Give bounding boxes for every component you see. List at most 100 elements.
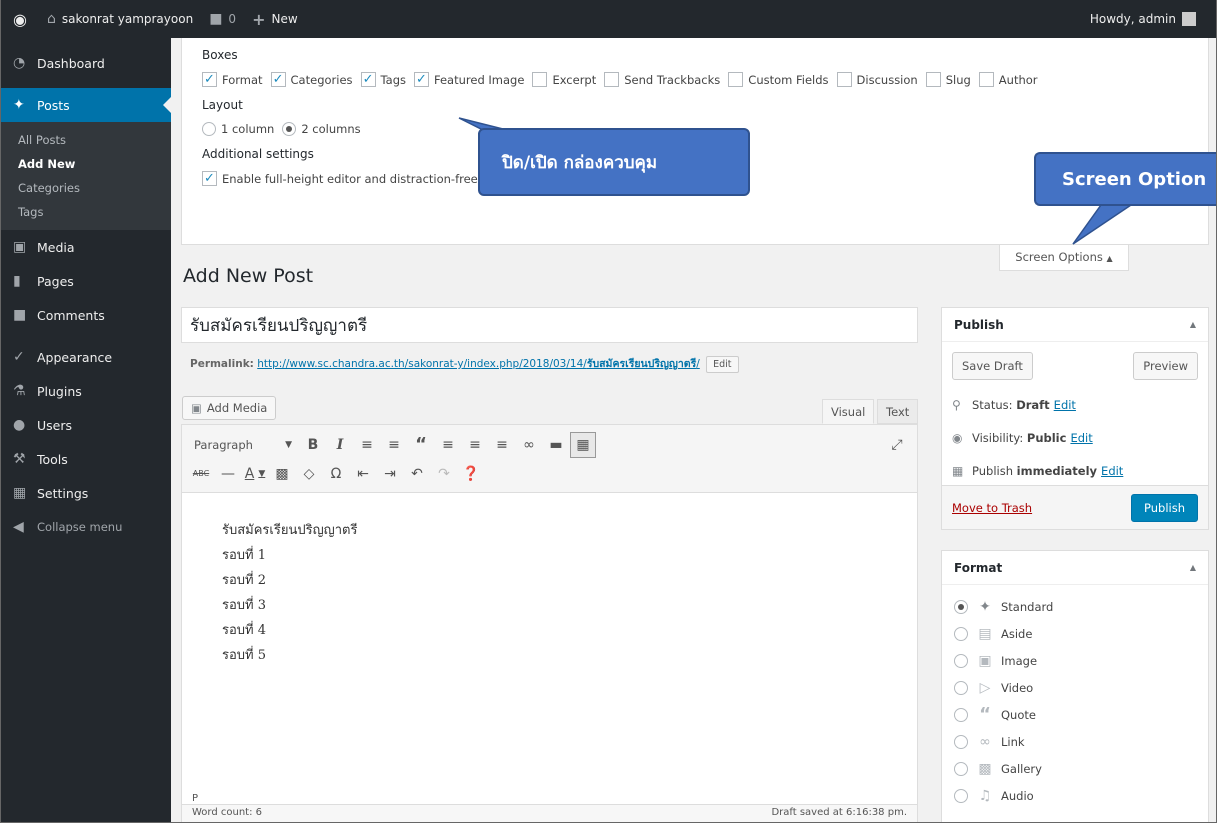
box-toggle-slug[interactable]: Slug <box>925 72 971 87</box>
checkbox[interactable]: ✓ <box>270 72 286 87</box>
publish-button[interactable]: Publish <box>1131 493 1198 522</box>
format-option-video[interactable]: ▷ Video <box>954 674 1196 701</box>
italic-button[interactable]: I <box>327 432 353 458</box>
format-option-link[interactable]: ∞ Link <box>954 728 1196 755</box>
bold-button[interactable]: B <box>300 432 326 458</box>
strikethrough-icon[interactable]: ABC <box>188 461 214 487</box>
sidebar-item-dashboard[interactable]: ◔ Dashboard <box>1 46 171 80</box>
sidebar-item-users[interactable]: ● Users <box>1 408 171 442</box>
box-toggle-featured-image[interactable]: ✓ Featured Image <box>414 72 524 87</box>
box-toggle-author[interactable]: Author <box>978 72 1038 87</box>
box-toggle-excerpt[interactable]: Excerpt <box>532 72 596 87</box>
site-name-link[interactable]: ⌂ sakonrat yamprayoon <box>39 0 201 38</box>
radio[interactable] <box>954 707 968 722</box>
post-title-input[interactable] <box>181 307 918 343</box>
undo-icon[interactable]: ↶ <box>404 461 430 487</box>
outdent-icon[interactable]: ⇤ <box>350 461 376 487</box>
submenu-tags[interactable]: Tags <box>1 200 171 224</box>
link-icon[interactable]: ∞ <box>516 432 542 458</box>
save-draft-button[interactable]: Save Draft <box>952 352 1033 380</box>
radio[interactable] <box>954 599 968 614</box>
sidebar-item-plugins[interactable]: ⚗ Plugins <box>1 374 171 408</box>
comments-link[interactable]: ■ 0 <box>201 0 244 38</box>
checkbox[interactable]: ✓ <box>360 72 376 87</box>
box-toggle-discussion[interactable]: Discussion <box>836 72 918 87</box>
box-toggle-format[interactable]: ✓ Format <box>202 72 263 87</box>
submenu-add-new[interactable]: Add New <box>1 152 171 176</box>
format-option-gallery[interactable]: ▩ Gallery <box>954 755 1196 782</box>
add-media-button[interactable]: ▣ Add Media <box>182 396 277 420</box>
align-right-icon[interactable]: ≡ <box>489 432 515 458</box>
checkbox[interactable] <box>978 72 994 87</box>
layout-2-columns[interactable]: 2 columns <box>282 122 361 136</box>
edit-schedule-link[interactable]: Edit <box>1101 464 1123 478</box>
help-icon[interactable]: ❓ <box>458 461 484 487</box>
format-select[interactable]: Paragraph ▼ <box>188 432 298 458</box>
edit-status-link[interactable]: Edit <box>1054 398 1076 412</box>
bulleted-list-icon[interactable]: ≡ <box>354 432 380 458</box>
new-content-link[interactable]: + New <box>244 0 306 38</box>
format-box-header[interactable]: Format ▲ <box>942 551 1208 585</box>
sidebar-item-pages[interactable]: ▮ Pages <box>1 264 171 298</box>
checkbox[interactable]: ✓ <box>202 171 217 186</box>
box-toggle-tags[interactable]: ✓ Tags <box>360 72 406 87</box>
special-character-icon[interactable]: Ω <box>323 461 349 487</box>
sidebar-item-appearance[interactable]: ✓ Appearance <box>1 340 171 374</box>
radio[interactable] <box>954 680 968 695</box>
read-more-icon[interactable]: ▬ <box>543 432 569 458</box>
indent-icon[interactable]: ⇥ <box>377 461 403 487</box>
checkbox[interactable]: ✓ <box>414 72 429 87</box>
my-account-link[interactable]: Howdy, admin <box>1082 0 1216 38</box>
format-option-standard[interactable]: ✦ Standard <box>954 593 1196 620</box>
radio[interactable] <box>202 122 216 136</box>
align-center-icon[interactable]: ≡ <box>462 432 488 458</box>
tab-visual[interactable]: Visual <box>822 399 875 424</box>
format-option-quote[interactable]: “ Quote <box>954 701 1196 728</box>
collapse-toggle-icon[interactable]: ▲ <box>1190 563 1196 572</box>
sidebar-item-media[interactable]: ▣ Media <box>1 230 171 264</box>
toolbar-toggle-icon[interactable]: ▦ <box>570 431 596 458</box>
blockquote-icon[interactable]: “ <box>408 432 434 458</box>
radio[interactable] <box>954 626 968 641</box>
wordpress-logo-icon[interactable]: ◉ <box>1 0 39 38</box>
box-toggle-send-trackbacks[interactable]: Send Trackbacks <box>604 72 720 87</box>
submenu-categories[interactable]: Categories <box>1 176 171 200</box>
sidebar-item-posts[interactable]: ✦ Posts <box>1 88 171 122</box>
checkbox[interactable] <box>728 72 744 87</box>
box-toggle-categories[interactable]: ✓ Categories <box>270 72 353 87</box>
sidebar-collapse-menu[interactable]: ◀ Collapse menu <box>1 510 171 544</box>
format-option-aside[interactable]: ▤ Aside <box>954 620 1196 647</box>
sidebar-item-tools[interactable]: ⚒ Tools <box>1 442 171 476</box>
radio[interactable] <box>954 788 968 803</box>
checkbox[interactable] <box>836 72 852 87</box>
collapse-toggle-icon[interactable]: ▲ <box>1190 320 1196 329</box>
submenu-all-posts[interactable]: All Posts <box>1 128 171 152</box>
radio[interactable] <box>954 734 968 749</box>
layout-1-column[interactable]: 1 column <box>202 122 274 136</box>
preview-button[interactable]: Preview <box>1133 352 1198 380</box>
tab-text[interactable]: Text <box>877 399 919 424</box>
edit-permalink-button[interactable]: Edit <box>706 356 739 373</box>
horizontal-line-icon[interactable]: — <box>215 461 241 487</box>
edit-visibility-link[interactable]: Edit <box>1070 431 1092 445</box>
radio[interactable] <box>282 122 297 136</box>
checkbox[interactable] <box>532 72 548 87</box>
sidebar-item-comments[interactable]: ■ Comments <box>1 298 171 332</box>
fullscreen-icon[interactable]: ⤢ <box>884 432 910 458</box>
move-to-trash-link[interactable]: Move to Trash <box>952 501 1032 515</box>
permalink-link[interactable]: http://www.sc.chandra.ac.th/sakonrat-y/i… <box>257 358 700 370</box>
numbered-list-icon[interactable]: ≡ <box>381 432 407 458</box>
checkbox[interactable]: ✓ <box>202 72 217 87</box>
paste-as-text-icon[interactable]: ▩ <box>269 461 295 487</box>
editor-content[interactable]: รับสมัครเรียนปริญญาตรี รอบที่ 1 รอบที่ 2… <box>182 493 917 693</box>
sidebar-item-settings[interactable]: ▦ Settings <box>1 476 171 510</box>
format-option-audio[interactable]: ♫ Audio <box>954 782 1196 809</box>
radio[interactable] <box>954 653 968 668</box>
align-left-icon[interactable]: ≡ <box>435 432 461 458</box>
publish-box-header[interactable]: Publish ▲ <box>942 308 1208 342</box>
clear-formatting-icon[interactable]: ◇ <box>296 461 322 487</box>
redo-icon[interactable]: ↷ <box>431 461 457 487</box>
box-toggle-custom-fields[interactable]: Custom Fields <box>728 72 829 87</box>
text-color-icon[interactable]: A ▼ <box>242 461 268 487</box>
checkbox[interactable] <box>604 72 620 87</box>
